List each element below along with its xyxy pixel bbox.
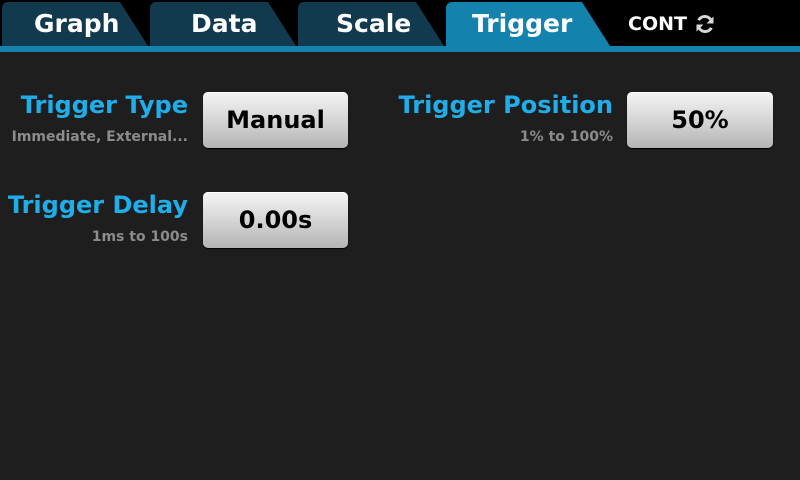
refresh-icon[interactable] bbox=[694, 13, 716, 35]
trigger-type-label: Trigger Type bbox=[20, 91, 188, 119]
tab-scale-label: Scale bbox=[336, 9, 412, 38]
tab-data-label: Data bbox=[191, 9, 258, 38]
trigger-type-button[interactable]: Manual bbox=[203, 92, 348, 148]
trigger-delay-hint: 1ms to 100s bbox=[91, 229, 188, 245]
tab-trigger-label: Trigger bbox=[472, 9, 573, 38]
trigger-position-label: Trigger Position bbox=[398, 91, 614, 119]
trigger-position-button[interactable]: 50% bbox=[627, 92, 773, 148]
trigger-delay-button[interactable]: 0.00s bbox=[203, 192, 348, 248]
trigger-position-hint: 1% to 100% bbox=[519, 129, 613, 145]
trigger-delay-label: Trigger Delay bbox=[7, 191, 188, 219]
tab-scale[interactable]: Scale bbox=[298, 2, 444, 46]
tab-trigger[interactable]: Trigger bbox=[446, 2, 610, 46]
tab-data[interactable]: Data bbox=[150, 2, 296, 46]
trigger-settings-screen: Graph Data Scale Trigger CONT Trigger Ty… bbox=[0, 0, 800, 480]
trigger-type-hint: Immediate, External... bbox=[11, 129, 188, 145]
tab-bar: Graph Data Scale Trigger CONT bbox=[0, 0, 800, 52]
tab-bar-underline bbox=[0, 46, 800, 52]
continuous-mode-label[interactable]: CONT bbox=[628, 11, 687, 37]
tab-graph-label: Graph bbox=[34, 9, 120, 38]
tab-graph[interactable]: Graph bbox=[2, 2, 148, 46]
